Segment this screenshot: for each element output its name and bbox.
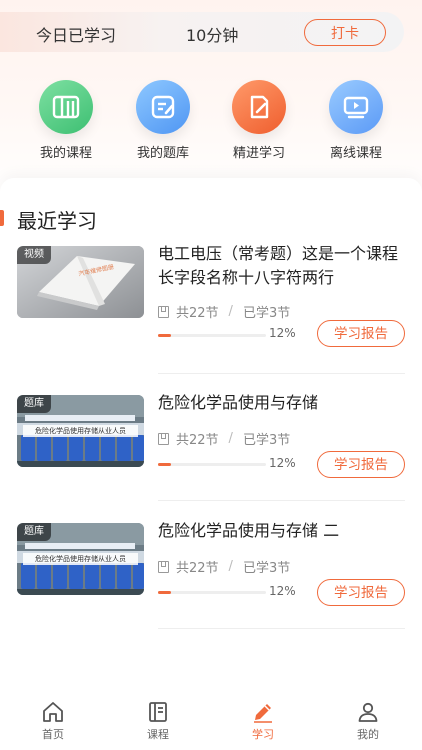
today-study-label: 今日已学习 — [36, 26, 117, 45]
tab-label: 课程 — [147, 728, 169, 741]
course-thumbnail: 题库 危险化学品使用存储从业人员 — [17, 523, 144, 595]
divider — [158, 628, 405, 629]
divider — [158, 500, 405, 501]
lesson-book-icon — [158, 305, 169, 318]
thumbnail-caption: 危险化学品使用存储从业人员 — [23, 553, 138, 565]
progress-bar — [158, 591, 266, 594]
course-meta: 共22节 / 已学3节 — [158, 429, 290, 448]
learned-lessons: 已学3节 — [242, 561, 291, 576]
course-meta: 共22节 / 已学3节 — [158, 302, 290, 321]
course-type-tag: 视频 — [17, 246, 51, 264]
total-lessons: 共22节 — [176, 561, 219, 576]
offline-video-icon — [329, 80, 383, 134]
tab-course[interactable]: 课程 — [128, 700, 188, 742]
progress-fill — [158, 463, 171, 466]
thumbnail-caption: 危险化学品使用存储从业人员 — [23, 425, 138, 437]
tab-home[interactable]: 首页 — [23, 700, 83, 742]
course-type-tag: 题库 — [17, 395, 51, 413]
progress-percent: 12% — [269, 456, 296, 470]
course-book-icon — [39, 80, 93, 134]
course-title[interactable]: 电工电压（常考题）这是一个课程长字段名称十八字符两行 — [158, 242, 404, 290]
meta-separator: / — [228, 304, 233, 319]
progress-bar — [158, 463, 266, 466]
course-title[interactable]: 危险化学品使用与存储 二 — [158, 519, 404, 543]
shortcut-label: 精进学习 — [232, 146, 285, 161]
meta-separator: / — [228, 431, 233, 446]
lesson-book-icon — [158, 560, 169, 573]
course-item[interactable]: 题库 危险化学品使用存储从业人员 危险化学品使用与存储 共22节 / 已学3节 … — [17, 393, 405, 523]
question-bank-icon — [136, 80, 190, 134]
course-thumbnail: 题库 危险化学品使用存储从业人员 — [17, 395, 144, 467]
progress-percent: 12% — [269, 326, 296, 340]
course-item[interactable]: 题库 危险化学品使用存储从业人员 危险化学品使用与存储 二 共22节 / 已学3… — [17, 521, 405, 651]
today-study-duration: 10分钟 — [186, 26, 239, 45]
total-lessons: 共22节 — [176, 433, 219, 448]
shortcut-my-courses[interactable]: 我的课程 — [26, 80, 106, 161]
course-item[interactable]: 汽车维修图册 视频 电工电压（常考题）这是一个课程长字段名称十八字符两行 共22… — [17, 244, 405, 374]
tab-label: 我的 — [357, 728, 379, 741]
checkin-bar: 今日已学习 10分钟 打卡 — [0, 12, 404, 52]
tab-label: 学习 — [252, 728, 274, 741]
section-title: 最近学习 — [17, 209, 97, 233]
course-meta: 共22节 / 已学3节 — [158, 557, 290, 576]
divider — [158, 373, 405, 374]
shortcut-my-question-bank[interactable]: 我的题库 — [123, 80, 203, 161]
study-report-button[interactable]: 学习报告 — [317, 451, 405, 478]
progress-bar — [158, 334, 266, 337]
progress-fill — [158, 591, 171, 594]
learned-lessons: 已学3节 — [242, 306, 291, 321]
bottom-tab-bar: 首页 课程 学习 我的 — [0, 696, 422, 750]
checkin-button[interactable]: 打卡 — [304, 19, 386, 46]
tab-mine[interactable]: 我的 — [338, 700, 398, 742]
study-report-button[interactable]: 学习报告 — [317, 579, 405, 606]
meta-separator: / — [228, 559, 233, 574]
course-icon — [146, 700, 170, 724]
advanced-study-icon — [232, 80, 286, 134]
tab-label: 首页 — [42, 728, 64, 741]
tab-study[interactable]: 学习 — [233, 700, 293, 742]
pencil-icon — [251, 700, 275, 724]
shortcut-offline-courses[interactable]: 离线课程 — [316, 80, 396, 161]
course-title[interactable]: 危险化学品使用与存储 — [158, 391, 404, 415]
section-accent-bar — [0, 210, 4, 226]
user-icon — [356, 700, 380, 724]
total-lessons: 共22节 — [176, 306, 219, 321]
progress-percent: 12% — [269, 584, 296, 598]
study-report-button[interactable]: 学习报告 — [317, 320, 405, 347]
shortcut-label: 离线课程 — [329, 146, 382, 161]
shortcut-label: 我的课程 — [39, 146, 92, 161]
course-thumbnail: 汽车维修图册 视频 — [17, 246, 144, 318]
shortcut-advanced-study[interactable]: 精进学习 — [219, 80, 299, 161]
shortcut-label: 我的题库 — [136, 146, 189, 161]
learned-lessons: 已学3节 — [242, 433, 291, 448]
progress-fill — [158, 334, 171, 337]
home-icon — [41, 700, 65, 724]
course-type-tag: 题库 — [17, 523, 51, 541]
lesson-book-icon — [158, 432, 169, 445]
